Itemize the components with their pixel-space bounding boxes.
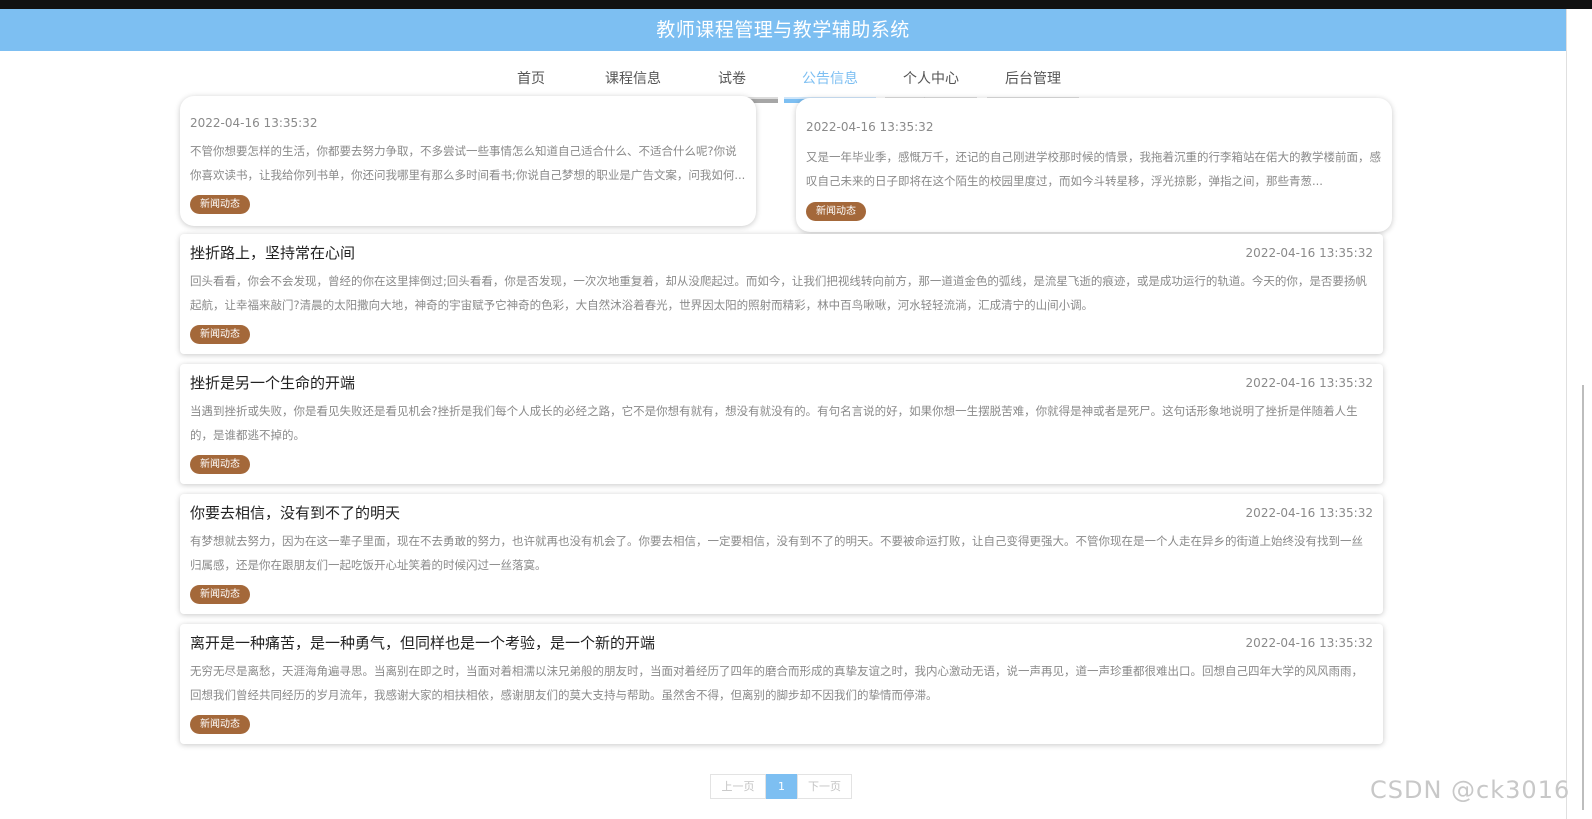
news-summary: 回头看看，你会不会发现，曾经的你在这里摔倒过;回头看看，你是否发现，一次次地重复… [190, 274, 1367, 312]
scrollbar-thumb[interactable] [1582, 385, 1584, 810]
nav-item-admin[interactable]: 后台管理 [987, 51, 1079, 103]
nav-item-label: 个人中心 [903, 71, 959, 87]
news-summary: 又是一年毕业季，感慨万千，还记的自己刚进学校那时候的情景，我拖着沉重的行李箱站在… [806, 150, 1381, 188]
news-time: 2022-04-16 13:35:32 [1245, 506, 1373, 520]
news-category-badge[interactable]: 新闻动态 [190, 585, 250, 604]
pagination-page-button[interactable]: 1 [766, 774, 797, 799]
news-list-item[interactable]: 离开是一种痛苦，是一种勇气，但同样也是一个考验，是一个新的开端 2022-04-… [180, 624, 1383, 744]
news-category-badge[interactable]: 新闻动态 [190, 195, 250, 214]
watermark: CSDN @ck3016 [1370, 776, 1571, 804]
news-time: 2022-04-16 13:35:32 [806, 120, 934, 134]
news-summary: 有梦想就去努力，因为在这一辈子里面，现在不去勇敢的努力，也许就再也没有机会了。你… [190, 534, 1363, 572]
news-time: 2022-04-16 13:35:32 [1245, 636, 1373, 650]
news-category-badge[interactable]: 新闻动态 [190, 715, 250, 734]
news-list-item[interactable]: 你要去相信，没有到不了的明天 2022-04-16 13:35:32 有梦想就去… [180, 494, 1383, 614]
news-title[interactable]: 挫折是另一个生命的开端 [190, 372, 355, 393]
nav-item-label: 课程信息 [605, 71, 661, 87]
news-title[interactable]: 你要去相信，没有到不了的明天 [190, 502, 400, 523]
nav-item-announcements[interactable]: 公告信息 [784, 51, 876, 103]
news-category-badge[interactable]: 新闻动态 [190, 325, 250, 344]
news-title[interactable]: 挫折路上，坚持常在心间 [190, 242, 355, 263]
news-list-item[interactable]: 挫折路上，坚持常在心间 2022-04-16 13:35:32 回头看看，你会不… [180, 234, 1383, 354]
pagination-prev-button[interactable]: 上一页 [710, 774, 766, 799]
site-header: 教师课程管理与教学辅助系统 [0, 9, 1566, 51]
nav-item-label: 后台管理 [1005, 71, 1061, 87]
news-category-badge[interactable]: 新闻动态 [806, 202, 866, 221]
window-top-bar [0, 0, 1592, 9]
news-time: 2022-04-16 13:35:32 [190, 116, 318, 130]
nav-item-label: 试卷 [718, 71, 746, 87]
news-summary: 不管你想要怎样的生活，你都要去努力争取，不多尝试一些事情怎么知道自己适合什么、不… [190, 144, 746, 182]
news-time: 2022-04-16 13:35:32 [1245, 376, 1373, 390]
nav-item-label: 首页 [517, 71, 545, 87]
pagination-next-button[interactable]: 下一页 [797, 774, 852, 799]
news-time: 2022-04-16 13:35:32 [1245, 246, 1373, 260]
nav-item-profile[interactable]: 个人中心 [885, 51, 977, 103]
news-card[interactable]: 2022-04-16 13:35:32 又是一年毕业季，感慨万千，还记的自己刚进… [796, 98, 1392, 232]
scrollbar-track[interactable] [1566, 9, 1592, 819]
news-summary: 当遇到挫折或失败，你是看见失败还是看见机会?挫折是我们每个人成长的必经之路，它不… [190, 404, 1358, 442]
site-title: 教师课程管理与教学辅助系统 [656, 19, 910, 41]
news-category-badge[interactable]: 新闻动态 [190, 455, 250, 474]
nav-item-label: 公告信息 [802, 71, 858, 87]
news-list-item[interactable]: 挫折是另一个生命的开端 2022-04-16 13:35:32 当遇到挫折或失败… [180, 364, 1383, 484]
news-card[interactable]: 2022-04-16 13:35:32 不管你想要怎样的生活，你都要去努力争取，… [180, 96, 756, 226]
news-summary: 无穷无尽是离愁，天涯海角遍寻思。当离别在即之时，当面对着相濡以沫兄弟般的朋友时，… [190, 664, 1363, 702]
news-title[interactable]: 离开是一种痛苦，是一种勇气，但同样也是一个考验，是一个新的开端 [190, 632, 655, 653]
